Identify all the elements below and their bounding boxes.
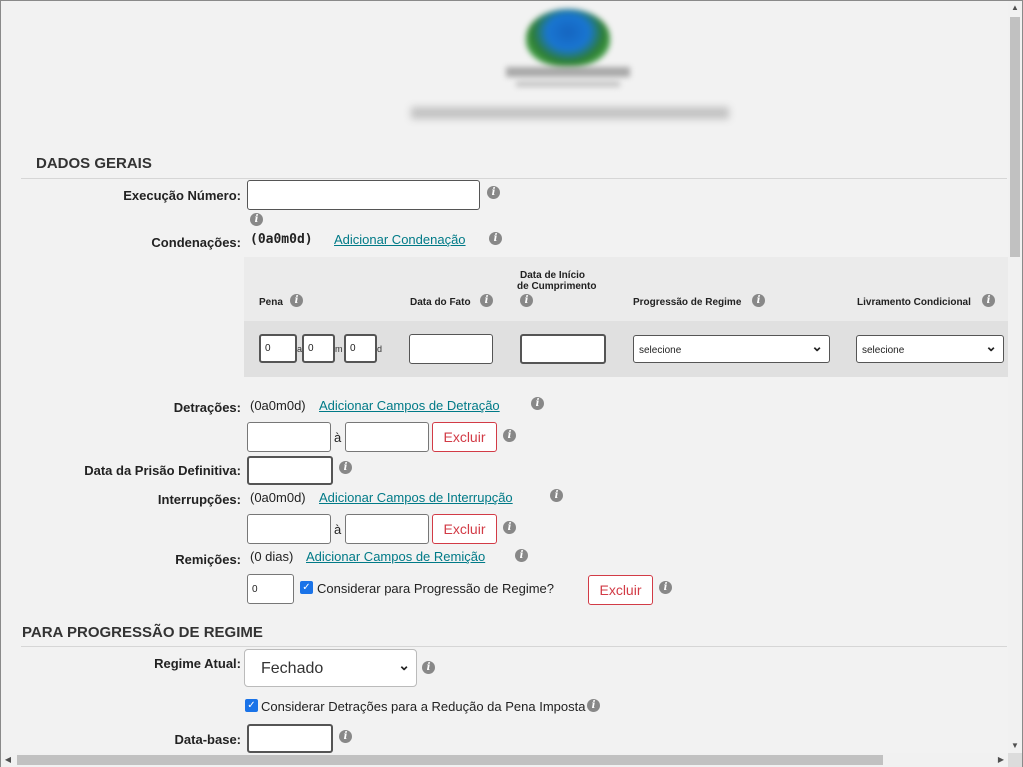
interrupcao-separator: à	[334, 522, 342, 537]
considerar-detracoes-info-icon[interactable]: i	[587, 699, 600, 712]
chevron-down-icon: ⌄	[811, 338, 823, 354]
regime-atual-select[interactable]: Fechado ⌄	[244, 649, 417, 687]
data-inicio-info-icon[interactable]: i	[520, 294, 533, 307]
data-fato-input[interactable]	[409, 334, 493, 364]
detracao-separator: à	[334, 430, 342, 445]
regime-atual-label: Regime Atual:	[154, 656, 241, 671]
section-title-progressao: PARA PROGRESSÃO DE REGIME	[22, 624, 263, 641]
progressao-regime-select[interactable]: selecione ⌄	[633, 335, 830, 363]
considerar-detracoes-label: Considerar Detrações para a Redução da P…	[261, 699, 586, 714]
section-title-dados-gerais: DADOS GERAIS	[36, 155, 152, 172]
detracao-excluir-info-icon[interactable]: i	[503, 429, 516, 442]
section-divider	[21, 646, 1007, 647]
progressao-selected-value: selecione	[639, 345, 682, 356]
interrupcoes-label: Interrupções:	[157, 492, 241, 507]
interrupcao-inicio-input[interactable]	[247, 514, 331, 544]
detracao-fim-input[interactable]	[345, 422, 429, 452]
prisao-definitiva-info-icon[interactable]: i	[339, 461, 352, 474]
scroll-right-icon[interactable]: ▶	[994, 753, 1008, 767]
detracoes-label: Detrações:	[173, 400, 241, 415]
detracao-excluir-button[interactable]: Excluir	[432, 422, 497, 452]
remicao-progressao-checkbox[interactable]: ✓	[300, 581, 313, 594]
execucao-numero-input[interactable]	[247, 180, 480, 210]
pena-info-icon[interactable]: i	[290, 294, 303, 307]
prisao-definitiva-label: Data da Prisão Definitiva:	[84, 463, 241, 478]
pena-anos-input[interactable]	[259, 334, 297, 363]
header-data-fato: Data do Fato	[410, 297, 471, 308]
adicionar-remicao-link[interactable]: Adicionar Campos de Remição	[306, 549, 485, 564]
condenacoes-extra-info-icon[interactable]: i	[250, 213, 263, 226]
interrupcoes-info-icon[interactable]: i	[550, 489, 563, 502]
remicoes-label: Remições:	[175, 552, 241, 567]
scroll-left-icon[interactable]: ◀	[1, 753, 15, 767]
adicionar-detracao-link[interactable]: Adicionar Campos de Detração	[319, 398, 500, 413]
chevron-down-icon: ⌄	[985, 338, 997, 354]
adicionar-interrupcao-link[interactable]: Adicionar Campos de Interrupção	[319, 490, 513, 505]
section-divider	[21, 178, 1007, 179]
interrupcao-excluir-info-icon[interactable]: i	[503, 521, 516, 534]
vertical-scroll-thumb[interactable]	[1010, 17, 1020, 257]
interrupcao-fim-input[interactable]	[345, 514, 429, 544]
data-base-input[interactable]	[247, 724, 333, 753]
scroll-down-icon[interactable]: ▼	[1008, 739, 1022, 753]
considerar-detracoes-checkbox[interactable]: ✓	[245, 699, 258, 712]
pena-meses-input[interactable]	[302, 334, 335, 363]
detracao-inicio-input[interactable]	[247, 422, 331, 452]
header-livramento: Livramento Condicional	[857, 297, 971, 308]
detracoes-summary: (0a0m0d)	[250, 398, 306, 413]
data-base-info-icon[interactable]: i	[339, 730, 352, 743]
condenacoes-label: Condenações:	[151, 235, 241, 250]
header-progressao: Progressão de Regime	[633, 297, 742, 308]
remicao-progressao-label: Considerar para Progressão de Regime?	[317, 581, 555, 596]
regime-atual-info-icon[interactable]: i	[422, 661, 435, 674]
chevron-down-icon: ⌄	[398, 657, 410, 673]
livramento-info-icon[interactable]: i	[982, 294, 995, 307]
regime-atual-selected-value: Fechado	[261, 660, 324, 677]
prisao-definitiva-input[interactable]	[247, 456, 333, 485]
logo-subtitle-blurred	[516, 81, 620, 87]
livramento-selected-value: selecione	[862, 345, 905, 356]
detracoes-info-icon[interactable]: i	[531, 397, 544, 410]
header-caption-blurred	[411, 107, 729, 119]
remicoes-summary: (0 dias)	[250, 549, 294, 564]
interrupcoes-summary: (0a0m0d)	[250, 490, 306, 505]
logo-title-blurred	[506, 67, 630, 77]
progressao-info-icon[interactable]: i	[752, 294, 765, 307]
adicionar-condenacao-link[interactable]: Adicionar Condenação	[334, 232, 466, 247]
pena-dias-input[interactable]	[344, 334, 377, 363]
remicao-excluir-info-icon[interactable]: i	[659, 581, 672, 594]
unit-dias: d	[377, 344, 383, 354]
condenacoes-info-icon[interactable]: i	[489, 232, 502, 245]
unit-meses: m	[335, 344, 343, 354]
header-data-inicio-line1: Data de Início	[520, 270, 586, 281]
horizontal-scroll-thumb[interactable]	[17, 755, 883, 765]
scrollbar-corner	[1008, 753, 1022, 767]
remicao-excluir-button[interactable]: Excluir	[588, 575, 653, 605]
remicao-dias-input[interactable]	[247, 574, 294, 604]
interrupcao-excluir-button[interactable]: Excluir	[432, 514, 497, 544]
logo	[526, 9, 610, 67]
remicoes-info-icon[interactable]: i	[515, 549, 528, 562]
scroll-up-icon[interactable]: ▲	[1008, 1, 1022, 15]
data-base-label: Data-base:	[174, 732, 241, 747]
header-data-inicio-line2: de Cumprimento	[517, 281, 597, 292]
execucao-info-icon[interactable]: i	[487, 186, 500, 199]
condenacoes-summary: (0a0m0d)	[250, 232, 313, 247]
execucao-label: Execução Número:	[123, 188, 241, 203]
livramento-condicional-select[interactable]: selecione ⌄	[856, 335, 1004, 363]
data-fato-info-icon[interactable]: i	[480, 294, 493, 307]
data-inicio-input[interactable]	[520, 334, 606, 364]
header-pena: Pena	[259, 297, 283, 308]
